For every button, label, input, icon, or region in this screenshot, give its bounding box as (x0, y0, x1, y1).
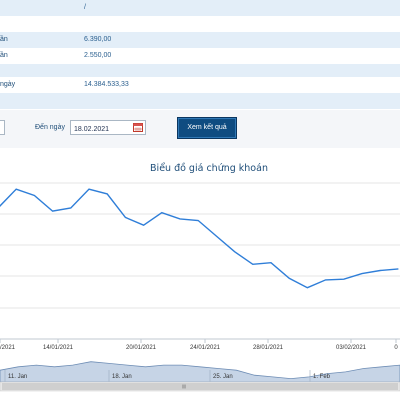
x-tick-label: 14/01/2021 (43, 345, 74, 351)
x-axis-ticks: 07/01/2021 14/01/2021 20/01/2021 24/01/2021… (0, 339, 398, 351)
price-chart: 07/01/2021 14/01/2021 20/01/2021 24/01/2021… (0, 182, 400, 392)
x-tick-label: 20/01/2021 (126, 345, 157, 351)
x-tick-label: 28/01/2021 (253, 345, 284, 351)
chart-grid (0, 182, 400, 309)
navigator-label: 25. Jan (213, 374, 233, 380)
navigator-area: 11. Jan 18. Jan 25. Jan 1. Feb (0, 352, 400, 392)
x-tick-label: 03/02/2021 (336, 345, 367, 351)
navigator-label: 11. Jan (8, 374, 27, 380)
scrollbar-thumb (2, 383, 398, 390)
x-tick-label: 07/01/2021 (0, 345, 16, 351)
navigator-label: 1. Feb (313, 374, 331, 380)
navigator-label: 18. Jan (112, 374, 132, 380)
x-tick-label: 24/01/2021 (190, 345, 221, 351)
x-tick-label: 0 (394, 345, 398, 351)
price-series-line (0, 188, 399, 289)
